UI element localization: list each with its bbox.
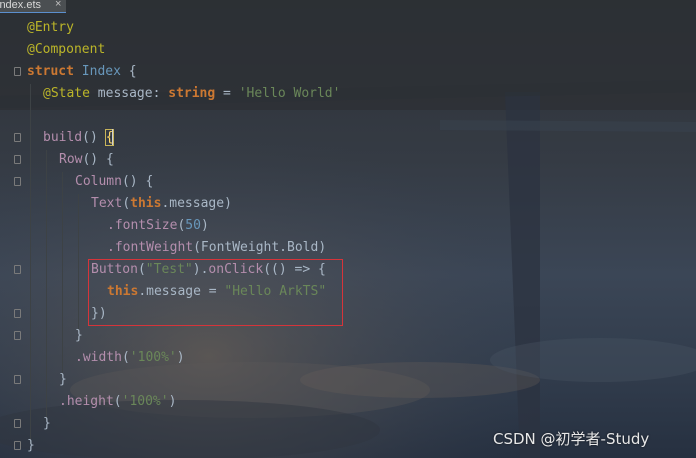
code-token: (FontWeight.Bold) (193, 240, 327, 255)
code-line[interactable]: build() { (43, 127, 115, 149)
fold-marker-icon[interactable] (14, 133, 21, 142)
code-token: Index (81, 64, 121, 79)
code-token: .height (59, 394, 114, 409)
code-token: () (82, 130, 106, 145)
code-line[interactable]: } (59, 369, 67, 391)
indent-guide (78, 194, 79, 330)
fold-marker-icon[interactable] (14, 177, 21, 186)
code-token: { (120, 64, 137, 79)
code-token: @State (43, 86, 90, 101)
code-token: Column (75, 174, 122, 189)
code-line[interactable]: } (43, 413, 51, 435)
code-line[interactable]: @Entry (27, 17, 74, 39)
fold-marker-icon[interactable] (14, 309, 21, 318)
code-token: } (27, 438, 35, 453)
indent-guide (62, 172, 63, 374)
fold-marker-icon[interactable] (14, 67, 21, 76)
code-line[interactable]: struct Index { (27, 61, 137, 83)
code-line[interactable]: .height('100%') (59, 391, 176, 413)
code-line[interactable]: @State message: string = 'Hello World' (43, 83, 340, 105)
fold-marker-icon[interactable] (14, 419, 21, 428)
text-caret (112, 129, 113, 145)
code-token: ( (113, 394, 122, 409)
code-line[interactable]: } (27, 435, 35, 457)
editor-gutter (0, 14, 22, 458)
code-token: 50 (185, 218, 201, 233)
code-line[interactable]: .fontSize(50) (107, 215, 209, 237)
file-tab-label: index.ets (0, 0, 42, 11)
code-token: } (43, 416, 51, 431)
code-token: @Component (27, 42, 106, 57)
code-token: .message) (161, 196, 232, 211)
indent-guide (46, 150, 47, 420)
highlight-box (88, 259, 343, 326)
code-token: '100%' (129, 350, 177, 365)
code-token: struct (27, 64, 74, 79)
code-line[interactable]: Text(this.message) (91, 193, 232, 215)
code-line[interactable]: Column() { (75, 171, 153, 193)
code-token: 'Hello World' (238, 86, 341, 101)
code-line[interactable]: .width('100%') (75, 347, 185, 369)
indent-guide (30, 84, 31, 444)
code-line[interactable]: } (75, 325, 83, 347)
watermark: CSDN @初学者-Study (493, 430, 650, 448)
code-token: } (75, 328, 83, 343)
code-token: .fontSize (107, 218, 178, 233)
code-token: string (168, 86, 216, 101)
code-token: Text (91, 196, 123, 211)
code-token: () { (82, 152, 114, 167)
code-token: () { (121, 174, 154, 189)
fold-marker-icon[interactable] (14, 265, 21, 274)
code-line[interactable]: Row() { (59, 149, 114, 171)
code-token: '100%' (121, 394, 169, 409)
code-token: } (59, 372, 67, 387)
file-tab[interactable]: index.ets × (0, 0, 66, 13)
code-line[interactable]: .fontWeight(FontWeight.Bold) (107, 237, 326, 259)
fold-marker-icon[interactable] (14, 441, 21, 450)
code-line[interactable]: @Component (27, 39, 105, 61)
code-token: ) (200, 218, 209, 233)
close-icon[interactable]: × (55, 0, 61, 10)
code-token: this (130, 196, 162, 211)
code-token: ) (176, 350, 185, 365)
code-token: ( (121, 350, 130, 365)
code-token: ) (168, 394, 177, 409)
fold-marker-icon[interactable] (14, 375, 21, 384)
code-token: build (43, 130, 83, 145)
code-token: message: (89, 86, 169, 101)
code-token: @Entry (27, 20, 74, 35)
code-token: Row (59, 152, 83, 167)
fold-marker-icon[interactable] (14, 155, 21, 164)
code-token: .width (75, 350, 122, 365)
code-token: ( (122, 196, 131, 211)
code-token: = (215, 86, 239, 101)
code-token: .fontWeight (107, 240, 194, 255)
fold-marker-icon[interactable] (14, 331, 21, 340)
